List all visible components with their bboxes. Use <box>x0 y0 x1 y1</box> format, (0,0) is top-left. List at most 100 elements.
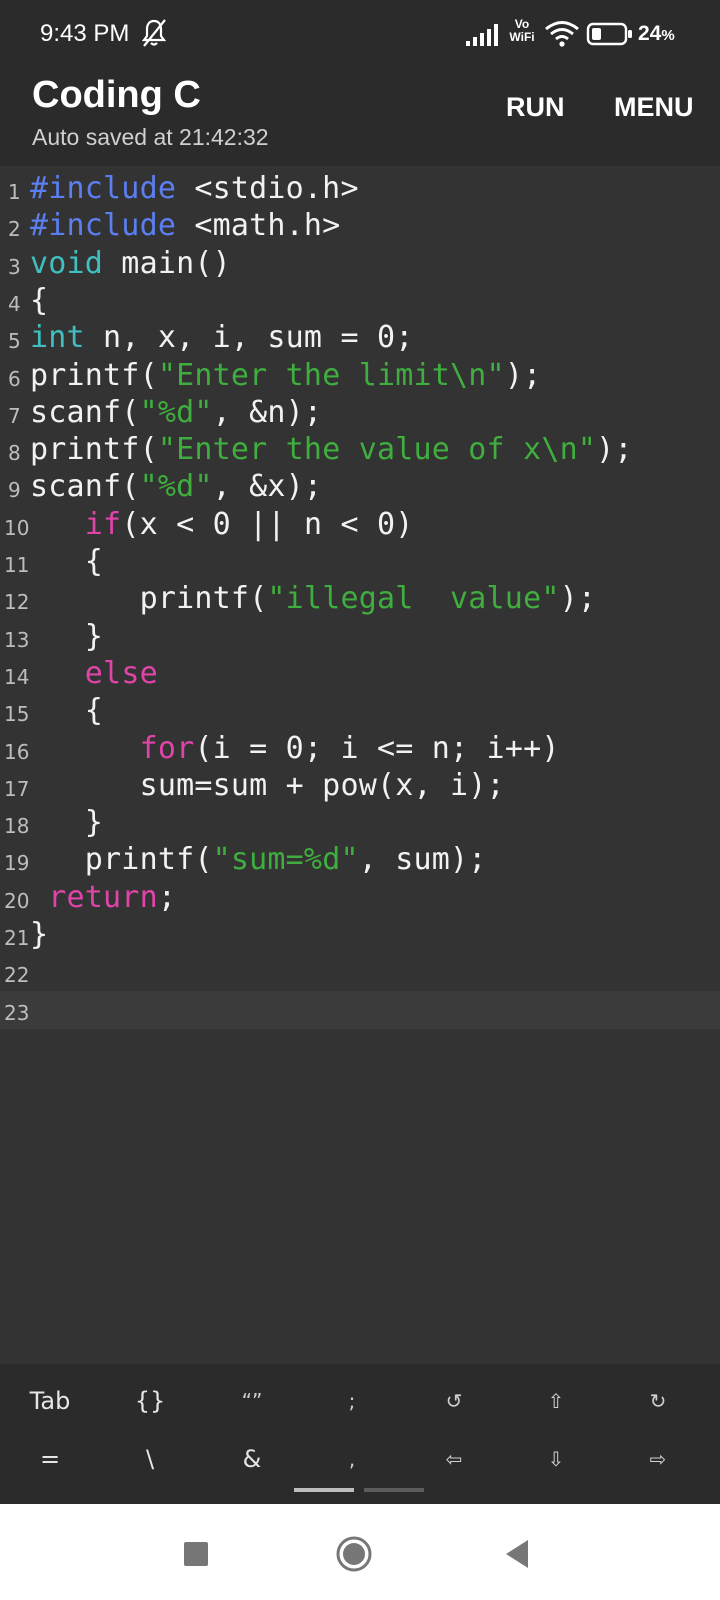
code-line[interactable]: 2 #include <math.h> <box>0 207 720 245</box>
code-text[interactable]: #include <math.h> <box>30 208 340 243</box>
code-token: ); <box>504 357 542 393</box>
code-line[interactable]: 9 scanf("%d", &x); <box>0 468 720 506</box>
code-text[interactable]: for(i = 0; i <= n; i++) <box>30 731 560 766</box>
key-undo[interactable]: ↺ <box>404 1374 504 1428</box>
code-line[interactable]: 6 printf("Enter the limit\n"); <box>0 357 720 395</box>
code-token-kw: int <box>30 320 85 356</box>
code-line[interactable]: 4{ <box>0 282 720 320</box>
code-line[interactable]: 18 } <box>0 804 720 842</box>
code-text[interactable]: } <box>30 619 103 654</box>
code-editor[interactable]: 1 #include <stdio.h> 2 #include <math.h> 3 vo… <box>0 166 720 1366</box>
line-number: 19 <box>4 851 30 876</box>
key-label: ⇩ <box>547 1447 565 1471</box>
code-text[interactable]: sum=sum + pow(x, i); <box>30 768 505 803</box>
code-text[interactable]: return; <box>30 880 176 915</box>
code-text[interactable]: if(x < 0 || n < 0) <box>30 507 414 542</box>
code-line[interactable]: 21} <box>0 916 720 954</box>
code-token: { <box>30 693 104 729</box>
key-arrow-left[interactable]: ⇦ <box>404 1432 504 1486</box>
code-text[interactable]: printf("Enter the value of x\n"); <box>30 432 633 467</box>
key-backslash[interactable]: \ <box>100 1432 200 1486</box>
signal-icon <box>466 24 498 46</box>
code-line[interactable]: 15 { <box>0 692 720 730</box>
key-arrow-up[interactable]: ⇧ <box>506 1374 606 1428</box>
code-text[interactable]: int n, x, i, sum = 0; <box>30 320 414 355</box>
key-label: , <box>348 1447 356 1471</box>
code-text[interactable]: { <box>30 544 103 579</box>
code-line[interactable]: 20 return; <box>0 879 720 917</box>
code-token: (x < 0 || n < 0) <box>121 506 414 542</box>
key-arrow-right[interactable]: ⇨ <box>608 1432 708 1486</box>
code-line[interactable]: 5 int n, x, i, sum = 0; <box>0 319 720 357</box>
key-braces[interactable]: {} <box>100 1374 200 1428</box>
keybar-page-indicator-inactive[interactable] <box>364 1488 424 1492</box>
line-number: 13 <box>4 627 30 652</box>
code-token: printf( <box>30 581 268 617</box>
key-redo[interactable]: ↻ <box>608 1374 708 1428</box>
home-circle-icon[interactable] <box>324 1526 384 1582</box>
code-token: ); <box>559 581 597 617</box>
code-line[interactable]: 1 #include <stdio.h> <box>0 170 720 208</box>
code-line[interactable]: 7 scanf("%d", &n); <box>0 394 720 432</box>
key-label: ⇨ <box>649 1447 667 1471</box>
keybar-page-indicator-active <box>294 1488 354 1492</box>
code-line[interactable]: 11 { <box>0 543 720 581</box>
menu-button[interactable]: MENU <box>614 92 694 123</box>
code-token: printf( <box>30 432 158 468</box>
code-text[interactable]: } <box>30 917 48 952</box>
code-token: scanf( <box>30 469 140 505</box>
code-text[interactable]: #include <stdio.h> <box>30 171 359 206</box>
key-tab[interactable]: Tab <box>0 1374 100 1428</box>
wifi-icon <box>545 21 579 47</box>
code-token: sum=sum + pow(x, i); <box>30 767 505 803</box>
key-comma[interactable]: , <box>302 1432 402 1486</box>
code-line[interactable]: 16 for(i = 0; i <= n; i++) <box>0 730 720 768</box>
code-token-ctl: for <box>139 730 195 766</box>
code-line[interactable]: 19 printf("sum=%d", sum); <box>0 841 720 879</box>
code-text[interactable]: void main() <box>30 246 231 281</box>
run-button[interactable]: RUN <box>506 92 565 123</box>
code-line[interactable]: 23 <box>0 990 720 1029</box>
vowifi-label: Vo WiFi <box>509 17 535 44</box>
code-text[interactable]: scanf("%d", &x); <box>30 469 322 504</box>
code-line[interactable]: 13 } <box>0 618 720 656</box>
code-token: } <box>30 917 49 952</box>
code-line[interactable]: 10 if(x < 0 || n < 0) <box>0 506 720 544</box>
code-token: printf( <box>30 842 213 878</box>
code-token-ctl: else <box>84 655 158 691</box>
key-equals[interactable]: = <box>0 1432 100 1486</box>
code-text[interactable]: { <box>30 283 48 318</box>
code-text[interactable]: printf("sum=%d", sum); <box>30 842 487 877</box>
code-text[interactable]: } <box>30 805 103 840</box>
key-ampersand[interactable]: & <box>202 1432 302 1486</box>
code-token: { <box>30 282 49 318</box>
line-number: 18 <box>4 814 30 839</box>
code-token: <stdio.h> <box>176 171 359 206</box>
code-text[interactable]: { <box>30 693 103 728</box>
line-number: 21 <box>4 926 30 950</box>
key-label: \ <box>145 1445 155 1473</box>
code-line[interactable]: 14 else <box>0 655 720 693</box>
code-line[interactable]: 3 void main() <box>0 245 720 283</box>
key-label: “” <box>241 1389 263 1413</box>
line-number: 20 <box>4 888 30 913</box>
code-text[interactable]: else <box>30 656 158 691</box>
code-line[interactable]: 12 printf("illegal value"); <box>0 580 720 618</box>
code-line[interactable]: 8 printf("Enter the value of x\n"); <box>0 431 720 469</box>
code-line[interactable]: 22 <box>0 953 720 991</box>
code-line[interactable]: 17 sum=sum + pow(x, i); <box>0 767 720 805</box>
app-bar: Coding C Auto saved at 21:42:32 RUN MENU <box>0 68 720 166</box>
app-title: Coding C <box>32 74 201 116</box>
key-semicolon[interactable]: ; <box>302 1374 402 1428</box>
code-text[interactable]: scanf("%d", &n); <box>30 395 322 430</box>
key-arrow-down[interactable]: ⇩ <box>506 1432 606 1486</box>
battery-percent: 24% <box>638 22 675 45</box>
key-quotes[interactable]: “” <box>202 1374 302 1428</box>
code-token: , &x); <box>212 469 323 505</box>
code-token-str: "illegal value" <box>267 581 560 617</box>
code-text[interactable]: printf("illegal value"); <box>30 581 596 616</box>
back-triangle-icon[interactable] <box>488 1526 548 1582</box>
code-text[interactable]: printf("Enter the limit\n"); <box>30 358 541 393</box>
recents-square-icon[interactable] <box>166 1526 226 1582</box>
